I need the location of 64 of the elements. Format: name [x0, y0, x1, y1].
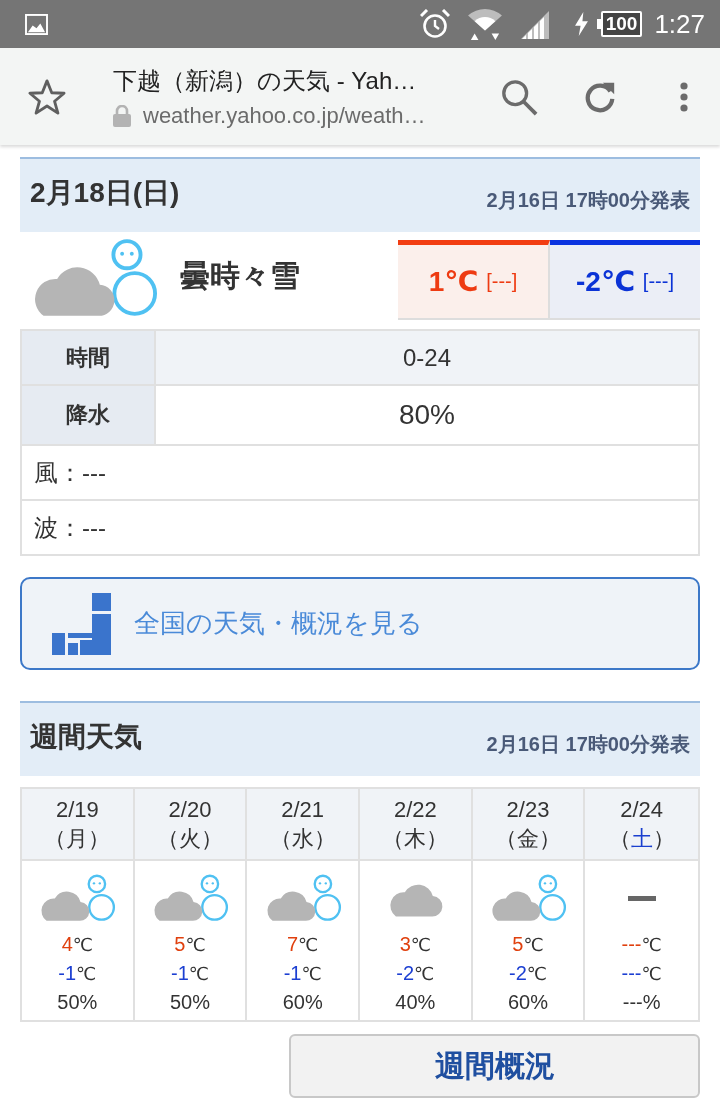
high-temperature: 1℃: [428, 265, 479, 298]
day-date: 2/19: [55, 796, 99, 824]
star-icon[interactable]: [28, 78, 66, 115]
cloud-and-snowman-icon: [38, 874, 117, 922]
dash-icon: [627, 895, 656, 901]
precipitation-chance: 40%: [395, 990, 436, 1015]
signal-icon: [519, 9, 550, 39]
issued-time: 2月16日 17時00分発表: [486, 732, 690, 757]
low-temperature: -1℃: [171, 961, 209, 986]
day-date: 2/20: [168, 796, 212, 824]
low-temperature: ---℃: [621, 961, 662, 986]
table-cell: 波：---: [22, 499, 698, 554]
day-of-week: （土）: [608, 825, 675, 853]
table-cell-text: 風：---: [33, 457, 107, 488]
day-of-week: （月）: [44, 825, 111, 853]
day-of-week: （金）: [495, 825, 561, 853]
high-temperature-change: [---]: [486, 270, 518, 293]
clock-time: 1:27: [654, 8, 705, 40]
more-options-icon[interactable]: [680, 81, 688, 112]
low-temperature: -2℃: [396, 961, 435, 986]
day-date: 2/23: [506, 796, 550, 824]
high-temperature: 3℃: [399, 932, 431, 957]
high-temperature: 5℃: [512, 932, 544, 957]
precipitation-chance: 60%: [507, 990, 548, 1015]
cloud-and-snowman-icon: [151, 874, 229, 922]
high-temperature: 4℃: [61, 932, 93, 957]
day-date: 2/22: [393, 796, 437, 824]
high-temperature: 7℃: [287, 932, 319, 957]
precipitation-chance: ---%: [622, 990, 661, 1015]
wifi-icon: [465, 8, 504, 40]
row-header-cell: 時間: [22, 331, 156, 384]
day-of-week: （火）: [157, 825, 223, 853]
day-of-week: （木）: [382, 825, 449, 853]
day-date: 2/21: [281, 796, 325, 824]
weather-condition: 曇時々雪: [180, 257, 301, 294]
row-header-cell: 降水: [22, 386, 156, 444]
low-temperature: -1℃: [58, 961, 97, 986]
japan-map-icon: [52, 592, 112, 655]
charging-bolt-icon: [573, 12, 589, 36]
search-icon[interactable]: [500, 77, 538, 116]
low-temperature: -2℃: [509, 961, 547, 986]
image-icon: [25, 13, 48, 35]
low-temperature: -1℃: [283, 961, 322, 986]
precipitation-chance: 50%: [57, 990, 98, 1015]
alarm-clock-icon: [419, 9, 450, 39]
day-of-week: （水）: [269, 825, 336, 853]
high-temperature: ---℃: [621, 932, 662, 957]
nationwide-weather-link[interactable]: 全国の天気・概況を見る: [20, 577, 700, 670]
low-temperature: -2℃: [576, 265, 635, 298]
issued-time: 2月16日 17時00分発表: [486, 188, 690, 213]
day-date: 2/24: [620, 796, 664, 824]
precipitation-chance: 50%: [169, 990, 210, 1015]
high-temperature: 5℃: [174, 932, 206, 957]
url-text[interactable]: weather.yahoo.co.jp/weath…: [143, 102, 426, 129]
cloud-and-snowman-icon: [489, 874, 567, 922]
low-temperature-change: [---]: [642, 270, 674, 293]
battery-indicator: 100: [596, 11, 643, 37]
forecast-date: 2月18日(日): [30, 175, 180, 210]
weekly-overview-button[interactable]: 週間概況: [289, 1034, 700, 1098]
section-title: 週間天気: [30, 719, 142, 754]
lock-icon: [113, 104, 131, 127]
page-title: 下越（新潟）の天気 - Yah…: [113, 65, 418, 96]
table-cell: 0-24: [156, 331, 698, 384]
precipitation-chance: 60%: [282, 990, 323, 1015]
